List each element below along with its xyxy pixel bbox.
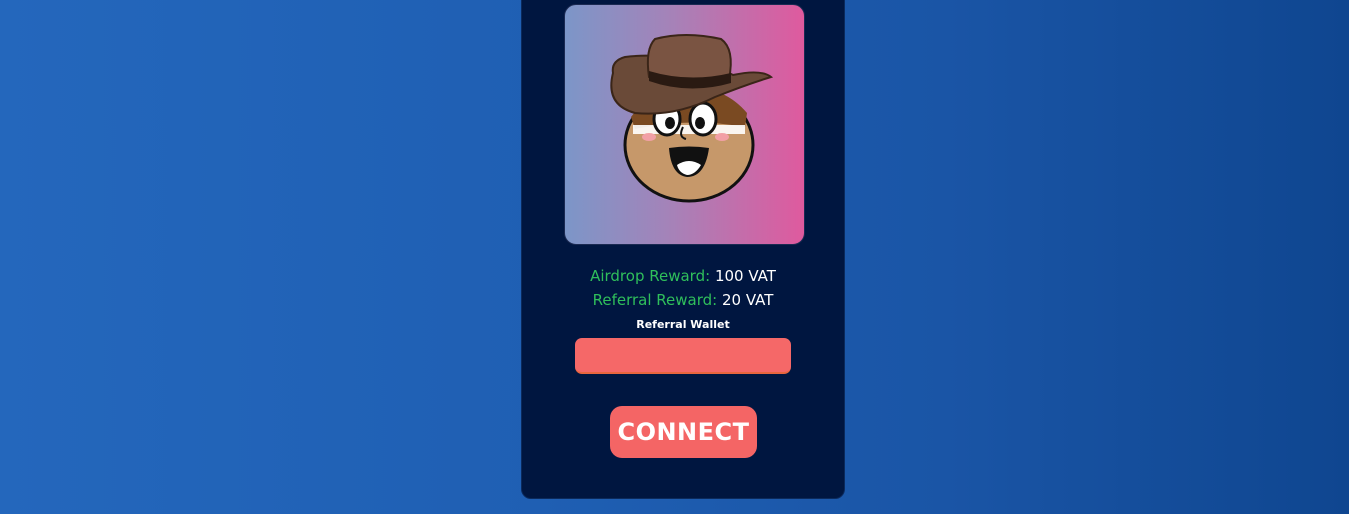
- rewards-info: Airdrop Reward: 100 VAT Referral Reward:…: [522, 264, 844, 312]
- referral-reward-row: Referral Reward: 20 VAT: [522, 288, 844, 312]
- connect-button[interactable]: CONNECT: [610, 406, 757, 458]
- referral-wallet-label: Referral Wallet: [636, 318, 730, 331]
- cowboy-avatar-icon: [610, 34, 774, 203]
- airdrop-reward-label: Airdrop Reward:: [590, 267, 711, 285]
- referral-reward-value: 20 VAT: [721, 291, 774, 309]
- airdrop-card: Airdrop Reward: 100 VAT Referral Reward:…: [521, 0, 845, 499]
- airdrop-reward-value: 100 VAT: [714, 267, 776, 285]
- airdrop-reward-row: Airdrop Reward: 100 VAT: [522, 264, 844, 288]
- referral-wallet-input[interactable]: [575, 338, 791, 374]
- avatar-image-frame: [564, 4, 805, 245]
- referral-reward-label: Referral Reward:: [592, 291, 718, 309]
